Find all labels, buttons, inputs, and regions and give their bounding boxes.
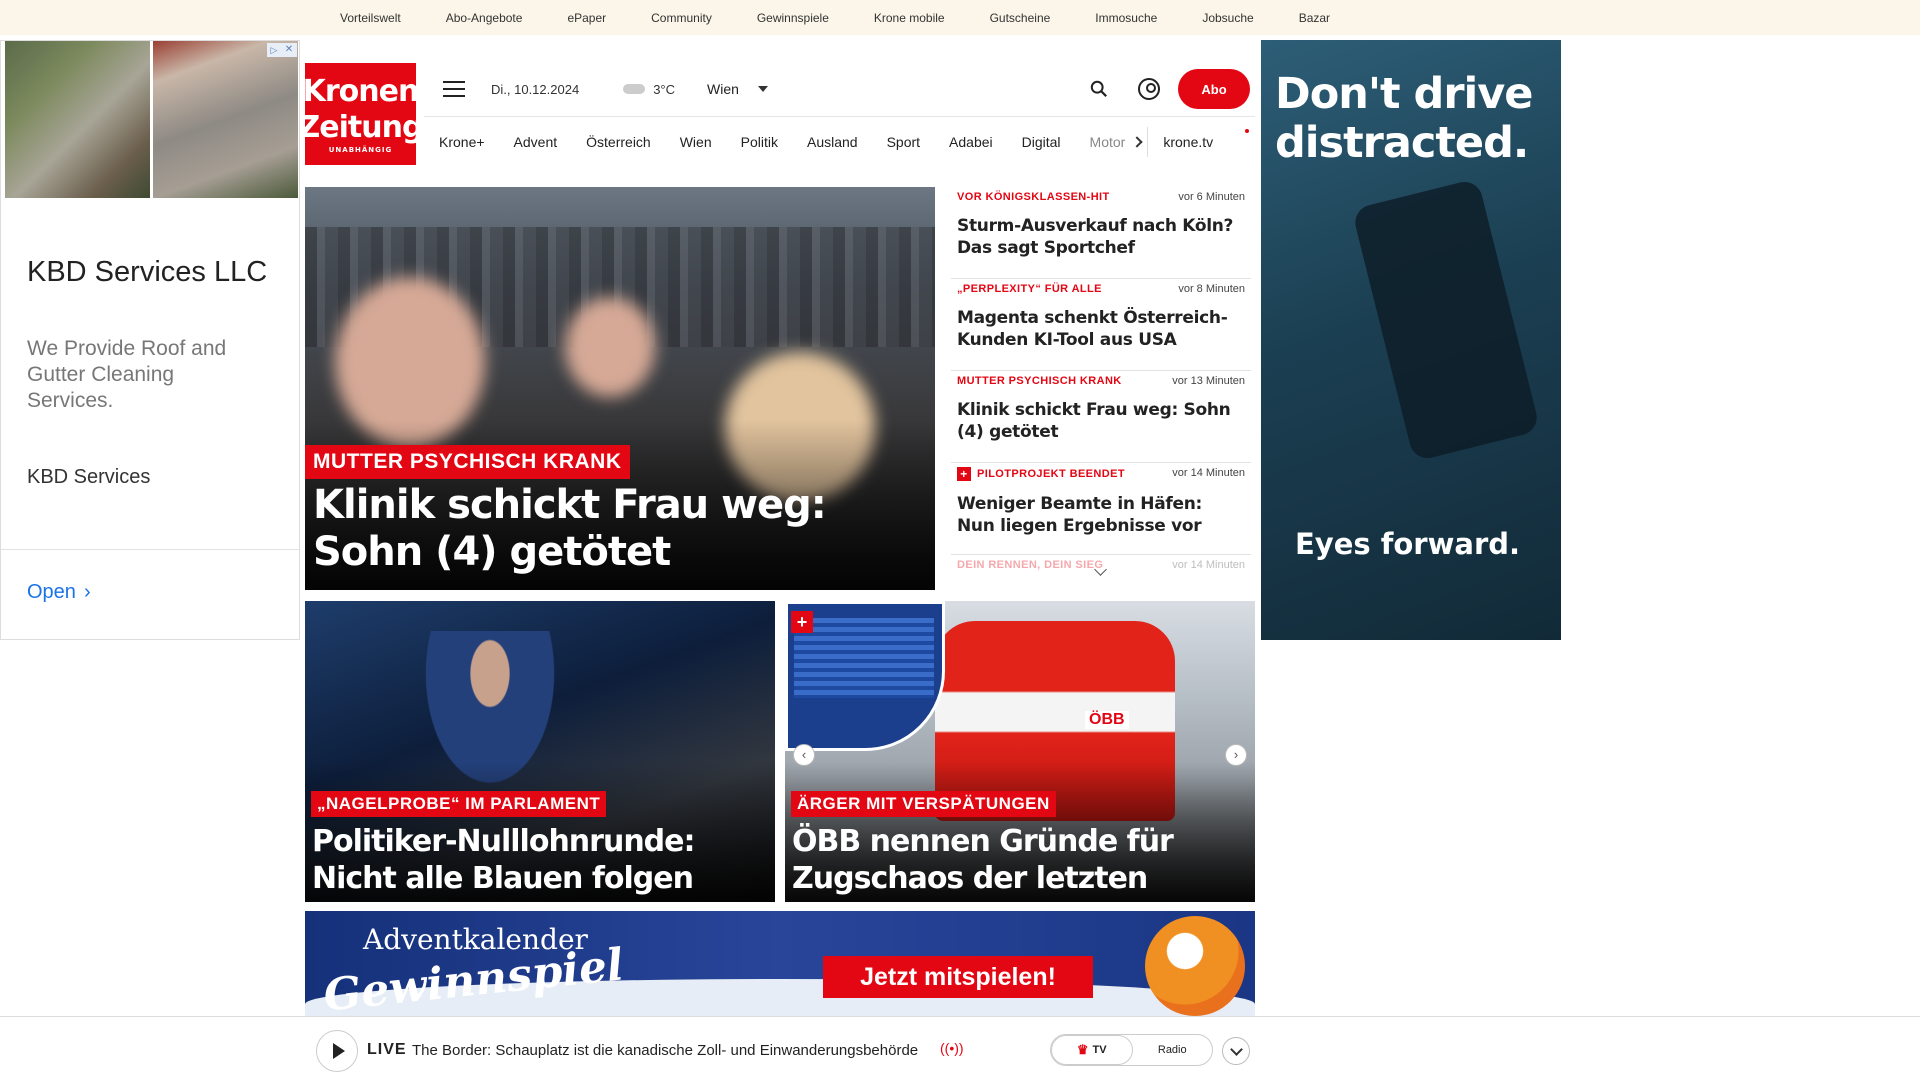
logo-line-2: Zeitung <box>298 110 424 145</box>
banner-cta-button[interactable]: Jetzt mitspielen! <box>823 956 1093 998</box>
right-advertisement[interactable]: Don't drive distracted. Eyes forward. <box>1261 40 1561 640</box>
list-item[interactable]: MUTTER PSYCHISCH KRANK vor 13 Minuten Kl… <box>951 371 1251 463</box>
left-advertisement[interactable]: ▷ ✕ KBD Services LLC We Provide Roof and… <box>0 40 300 640</box>
topbar-link-bazar[interactable]: Bazar <box>1299 11 1330 25</box>
kronen-zeitung-logo[interactable]: Kronen Zeitung UNABHÄNGIG <box>299 63 423 165</box>
list-item-time: vor 8 Minuten <box>1178 283 1245 295</box>
list-item-time: vor 6 Minuten <box>1178 191 1245 203</box>
search-icon[interactable] <box>1090 80 1108 98</box>
nav-item-oesterreich[interactable]: Österreich <box>586 134 651 150</box>
logo-tagline: UNABHÄNGIG <box>328 146 393 154</box>
live-indicator-dot <box>1245 129 1249 133</box>
list-item-kicker: PILOTPROJEKT BEENDET <box>977 468 1125 480</box>
list-item[interactable]: VOR KÖNIGSKLASSEN-HIT vor 6 Minuten Stur… <box>951 187 1251 279</box>
live-label: LIVE <box>367 1041 407 1058</box>
chevron-right-icon: › <box>83 581 91 603</box>
hamburger-menu-icon[interactable] <box>443 81 465 97</box>
header-temperature: 3°C <box>653 81 676 97</box>
hero-kicker: MUTTER PSYCHISCH KRANK <box>305 445 630 479</box>
list-item-time: vor 14 Minuten <box>1172 559 1245 571</box>
chevron-down-icon[interactable] <box>757 86 768 92</box>
ad-open-label: Open <box>27 581 76 603</box>
fox-mascot-icon <box>1145 916 1245 1016</box>
topbar-link-immosuche[interactable]: Immosuche <box>1095 11 1157 25</box>
tv-radio-toggle[interactable]: ♛ TV Radio <box>1050 1034 1213 1066</box>
broadcast-icon: ((•)) <box>940 1040 964 1056</box>
card-kicker: ÄRGER MIT VERSPÄTUNGEN <box>791 791 1056 817</box>
topbar-link-community[interactable]: Community <box>651 11 712 25</box>
nav-item-motor[interactable]: Motor <box>1090 134 1126 150</box>
list-item-time: vor 13 Minuten <box>1172 375 1245 387</box>
live-player-bar: LIVE The Border: Schauplatz ist die kana… <box>0 1016 1920 1080</box>
abo-button[interactable]: Abo <box>1178 69 1250 109</box>
expand-player-icon[interactable] <box>1222 1037 1250 1065</box>
ad-brand: KBD Services <box>27 466 151 488</box>
ad-right-subline: Eyes forward. <box>1295 527 1521 561</box>
header-date: Di., 10.12.2024 <box>491 81 580 97</box>
topbar-link-krone-mobile[interactable]: Krone mobile <box>874 11 945 25</box>
ad-photo-roof <box>153 41 298 198</box>
nav-item-wien[interactable]: Wien <box>680 134 712 150</box>
list-item-time: vor 14 Minuten <box>1172 467 1245 479</box>
adchoices-icon[interactable]: ▷ <box>267 43 281 57</box>
article-card-politics[interactable]: „NAGELPROBE“ IM PARLAMENT Politiker-Null… <box>305 601 775 902</box>
ad-photo-gutter <box>5 41 150 198</box>
ad-description: We Provide Roof and Gutter Cleaning Serv… <box>27 337 227 412</box>
article-card-oebb[interactable]: ÖBB + ‹ › ÄRGER MIT VERSPÄTUNGEN ÖBB nen… <box>785 601 1255 902</box>
ad-phone-image <box>1351 178 1541 462</box>
top-utility-bar: Vorteilswelt Abo-Angebote ePaper Communi… <box>0 0 1920 35</box>
topbar-link-epaper[interactable]: ePaper <box>567 11 606 25</box>
ad-photos <box>1 41 299 198</box>
play-icon[interactable] <box>316 1030 358 1072</box>
krone-plus-icon: + <box>791 611 813 633</box>
topbar-link-jobsuche[interactable]: Jobsuche <box>1202 11 1253 25</box>
nav-item-digital[interactable]: Digital <box>1022 134 1061 150</box>
nav-item-sport[interactable]: Sport <box>887 134 920 150</box>
list-item-headline[interactable]: Sturm-Ausverkauf nach Köln? Das sagt Spo… <box>957 215 1245 259</box>
topbar-link-vorteilswelt[interactable]: Vorteilswelt <box>340 11 401 25</box>
city-selector[interactable]: Wien <box>707 81 739 97</box>
train-logo-text: ÖBB <box>1085 711 1129 729</box>
nav-separator <box>1147 126 1149 157</box>
close-icon[interactable]: ✕ <box>281 43 297 57</box>
latest-news-list: VOR KÖNIGSKLASSEN-HIT vor 6 Minuten Stur… <box>951 187 1251 587</box>
user-account-icon[interactable] <box>1138 78 1160 100</box>
ad-title: KBD Services LLC <box>27 256 268 288</box>
main-navigation: Krone+ Advent Österreich Wien Politik Au… <box>424 116 1255 166</box>
ad-right-headline: Don't drive distracted. <box>1275 69 1533 168</box>
card-kicker: „NAGELPROBE“ IM PARLAMENT <box>311 791 607 817</box>
nav-item-ausland[interactable]: Ausland <box>807 134 858 150</box>
nav-item-krone-plus[interactable]: Krone+ <box>439 134 485 150</box>
toggle-tv-label: TV <box>1092 1044 1107 1056</box>
krone-plus-icon: + <box>957 467 971 481</box>
toggle-option-radio[interactable]: Radio <box>1133 1035 1213 1065</box>
cloud-icon <box>623 84 646 94</box>
hero-headline[interactable]: Klinik schickt Frau weg: Sohn (4) getöte… <box>313 482 873 576</box>
toggle-option-tv[interactable]: ♛ TV <box>1051 1035 1133 1065</box>
ad-divider <box>1 549 299 550</box>
topbar-link-gutscheine[interactable]: Gutscheine <box>990 11 1051 25</box>
adventkalender-banner[interactable]: Adventkalender Gewinnspiel Jetzt mitspie… <box>305 911 1255 1021</box>
topbar-link-gewinnspiele[interactable]: Gewinnspiele <box>757 11 829 25</box>
list-item[interactable]: „PERPLEXITY“ FÜR ALLE vor 8 Minuten Mage… <box>951 279 1251 371</box>
nav-item-adabei[interactable]: Adabei <box>949 134 993 150</box>
card-headline[interactable]: Politiker-Nulllohnrunde: Nicht alle Blau… <box>312 823 772 902</box>
hero-blurred-face <box>565 297 655 397</box>
list-item[interactable]: + PILOTPROJEKT BEENDET vor 14 Minuten We… <box>951 463 1251 555</box>
topbar-link-abo-angebote[interactable]: Abo-Angebote <box>446 11 523 25</box>
nav-item-politik[interactable]: Politik <box>741 134 778 150</box>
nav-item-advent[interactable]: Advent <box>514 134 558 150</box>
hero-article[interactable]: MUTTER PSYCHISCH KRANK Klinik schickt Fr… <box>305 187 935 590</box>
nav-scroll-right-icon[interactable] <box>1131 135 1144 148</box>
logo-line-1: Kronen <box>302 74 420 109</box>
site-header: Di., 10.12.2024 3°C Wien Abo <box>440 68 1255 110</box>
live-program-title[interactable]: The Border: Schauplatz ist die kanadisch… <box>412 1042 932 1059</box>
crown-icon: ♛ <box>1076 1042 1089 1057</box>
list-item-headline[interactable]: Klinik schickt Frau weg: Sohn (4) getöte… <box>957 399 1245 443</box>
list-item-headline[interactable]: Weniger Beamte in Häfen: Nun liegen Erge… <box>957 493 1245 537</box>
ad-open-button[interactable]: Open › <box>27 581 91 604</box>
card-headline[interactable]: ÖBB nennen Gründe für Zugschaos der letz… <box>792 823 1252 902</box>
nav-item-krone-tv[interactable]: krone.tv <box>1163 134 1213 150</box>
list-item-headline[interactable]: Magenta schenkt Österreich-Kunden KI-Too… <box>957 307 1245 351</box>
